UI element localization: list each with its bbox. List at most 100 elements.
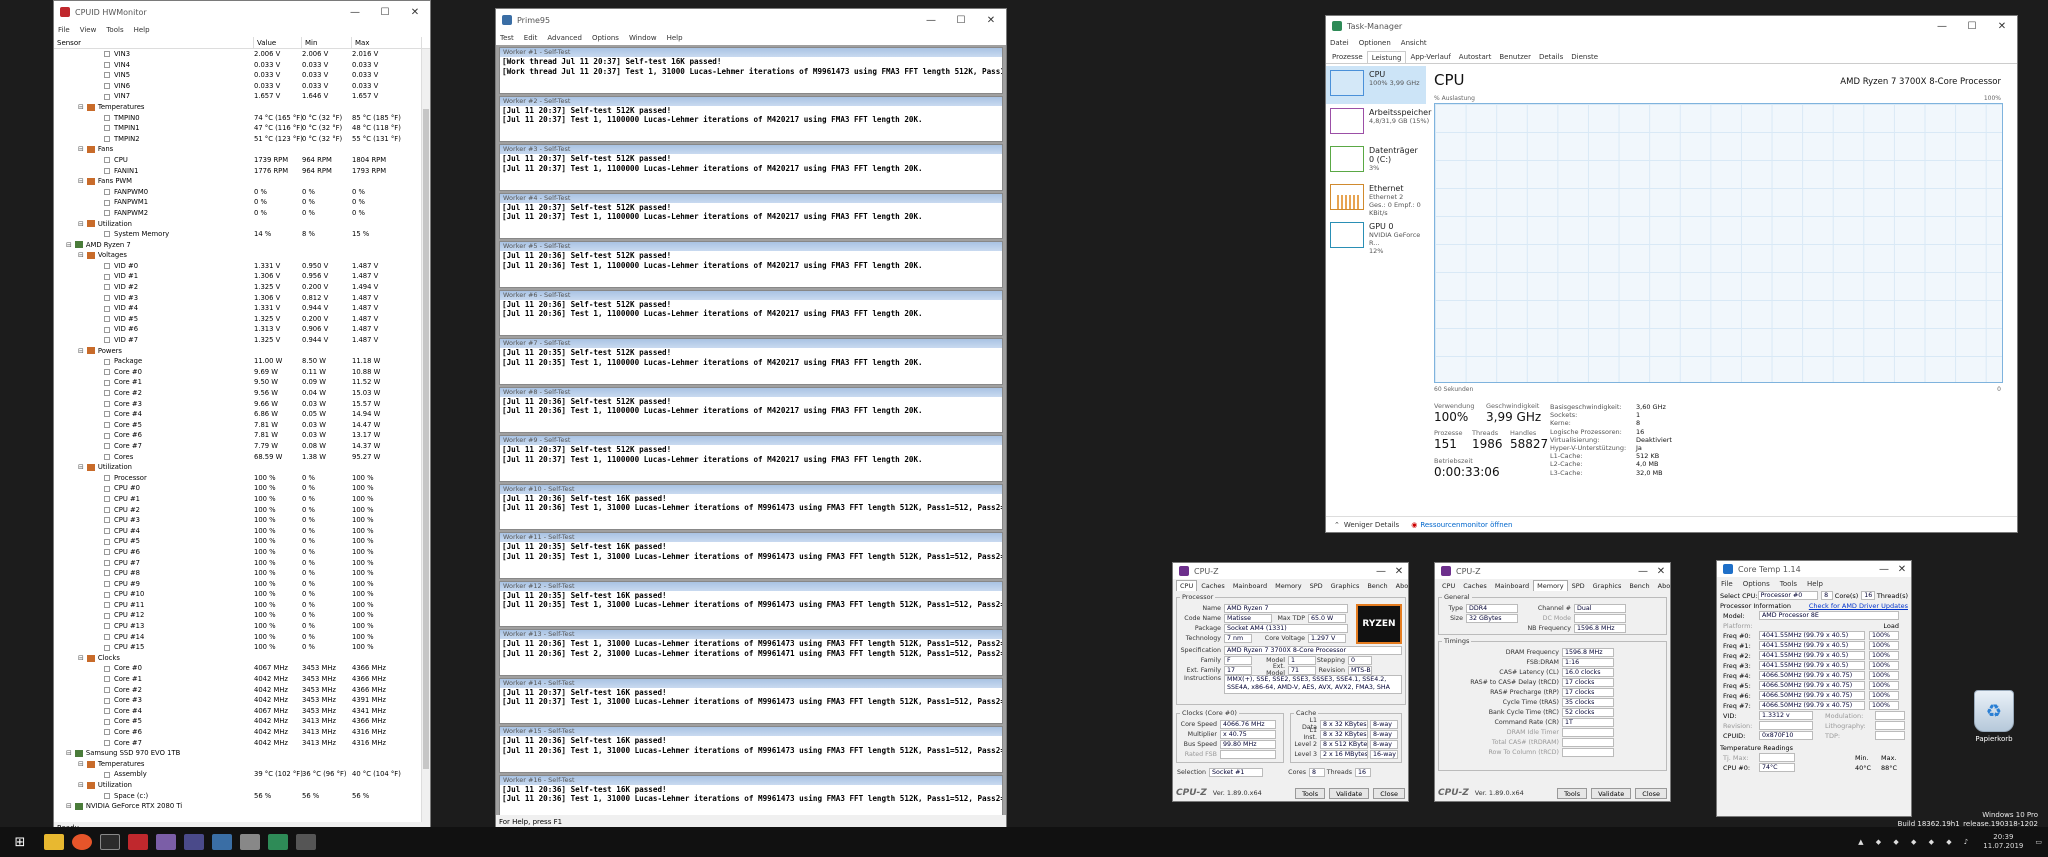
driver-update-link[interactable]: Check for AMD Driver Updates — [1809, 601, 1908, 611]
cpuz-taskbar-icon[interactable] — [184, 834, 204, 850]
close-icon[interactable]: ✕ — [1652, 563, 1670, 579]
sensor-row[interactable]: FANPWM2 0 % 0 % 0 % — [54, 208, 430, 219]
prime95-menu-item[interactable]: Help — [667, 34, 683, 42]
minimize-icon[interactable]: — — [1927, 16, 1957, 36]
taskmanager-menu-item[interactable]: Optionen — [1359, 39, 1391, 47]
sensor-row[interactable]: CPU #15 100 % 0 % 100 % — [54, 642, 430, 653]
sensor-row[interactable]: ⊟ Utilization — [54, 780, 430, 791]
sensor-row[interactable]: VID #5 1.325 V 0.200 V 1.487 V — [54, 314, 430, 325]
tab-graphics[interactable]: Graphics — [1589, 580, 1626, 591]
prime95-titlebar[interactable]: Prime95 — ☐ ✕ — [496, 9, 1006, 31]
close-icon[interactable]: ✕ — [1390, 563, 1408, 579]
sensor-row[interactable]: VIN4 0.033 V 0.033 V 0.033 V — [54, 60, 430, 71]
tab-about[interactable]: About — [1654, 580, 1670, 591]
worker-window[interactable]: Worker #1 - Self-Test [Work thread Jul 11… — [499, 47, 1003, 94]
tab-memory[interactable]: Memory — [1271, 580, 1305, 591]
clock[interactable]: 20:39 11.07.2019 — [1983, 833, 2023, 851]
coretemp-menu-item[interactable]: Tools — [1780, 580, 1797, 588]
tab-graphics[interactable]: Graphics — [1327, 580, 1364, 591]
sensor-row[interactable]: FANPWM0 0 % 0 % 0 % — [54, 187, 430, 198]
sensor-row[interactable]: VIN5 0.033 V 0.033 V 0.033 V — [54, 70, 430, 81]
sensor-row[interactable]: System Memory 14 % 8 % 15 % — [54, 229, 430, 240]
tab-mainboard[interactable]: Mainboard — [1229, 580, 1271, 591]
sensor-row[interactable]: VIN6 0.033 V 0.033 V 0.033 V — [54, 81, 430, 92]
maximize-icon[interactable]: ☐ — [946, 9, 976, 31]
cpu-select[interactable]: Processor #0 — [1757, 591, 1819, 600]
minimize-icon[interactable]: — — [1875, 561, 1893, 577]
validate-button[interactable]: Validate — [1329, 787, 1370, 799]
tab-caches[interactable]: Caches — [1459, 580, 1491, 591]
notification-icon[interactable]: ▭ — [2035, 838, 2042, 846]
collapse-icon[interactable]: ⊟ — [78, 250, 84, 261]
maximize-icon[interactable]: ☐ — [1957, 16, 1987, 36]
sensor-row[interactable]: Cores 68.59 W 1.38 W 95.27 W — [54, 452, 430, 463]
chevron-up-icon[interactable]: ⌃ — [1334, 521, 1340, 529]
app-icon[interactable] — [240, 834, 260, 850]
tab-bench[interactable]: Bench — [1625, 580, 1653, 591]
sensor-row[interactable]: VID #1 1.306 V 0.956 V 1.487 V — [54, 271, 430, 282]
taskmanager-taskbar-icon[interactable] — [268, 834, 288, 850]
fewer-details-link[interactable]: Weniger Details — [1344, 521, 1399, 529]
sensor-row[interactable]: ⊟ Utilization — [54, 219, 430, 230]
worker-window[interactable]: Worker #9 - Self-Test [Jul 11 20:37] Self… — [499, 435, 1003, 482]
sensor-row[interactable]: VID #7 1.325 V 0.944 V 1.487 V — [54, 335, 430, 346]
sensor-row[interactable]: CPU #11 100 % 0 % 100 % — [54, 600, 430, 611]
terminal-icon[interactable] — [100, 834, 120, 850]
sensor-row[interactable]: ⊟ Samsung SSD 970 EVO 1TB — [54, 748, 430, 759]
explorer-icon[interactable] — [44, 834, 64, 850]
cpuz-cpu-window[interactable]: CPU-Z — ✕ CPU Caches Mainboard Memory SPD Grap… — [1172, 562, 1409, 802]
sensor-row[interactable]: ⊟ Temperatures — [54, 759, 430, 770]
prime95-menu-item[interactable]: Advanced — [547, 34, 582, 42]
tab-autostart[interactable]: Autostart — [1455, 51, 1496, 63]
tab-benutzer[interactable]: Benutzer — [1495, 51, 1535, 63]
sensor-row[interactable]: ⊟ Utilization — [54, 462, 430, 473]
tab-spd[interactable]: SPD — [1568, 580, 1589, 591]
close-button[interactable]: Close — [1373, 787, 1405, 799]
maximize-icon[interactable]: ☐ — [370, 1, 400, 23]
sensor-row[interactable]: VIN7 1.657 V 1.646 V 1.657 V — [54, 91, 430, 102]
sensor-row[interactable]: CPU #4 100 % 0 % 100 % — [54, 526, 430, 537]
sensor-row[interactable]: CPU #3 100 % 0 % 100 % — [54, 515, 430, 526]
prime95-menu-item[interactable]: Test — [500, 34, 514, 42]
tab-memory[interactable]: Memory — [1533, 580, 1568, 591]
sensor-row[interactable]: CPU #6 100 % 0 % 100 % — [54, 547, 430, 558]
socket-select[interactable]: Socket #1 — [1209, 767, 1264, 777]
close-icon[interactable]: ✕ — [1893, 561, 1911, 577]
sensor-row[interactable]: Core #7 7.79 W 0.08 W 14.37 W — [54, 441, 430, 452]
worker-window[interactable]: Worker #12 - Self-Test [Jul 11 20:35] Sel… — [499, 580, 1003, 627]
collapse-icon[interactable]: ⊟ — [78, 176, 84, 187]
sensor-row[interactable]: ⊟ Fans PWM — [54, 176, 430, 187]
cpuz-titlebar[interactable]: CPU-Z — ✕ — [1435, 563, 1670, 579]
worker-window[interactable]: Worker #5 - Self-Test [Jul 11 20:36] Self… — [499, 241, 1003, 288]
sensor-row[interactable]: ⊟ Fans — [54, 144, 430, 155]
worker-window[interactable]: Worker #3 - Self-Test [Jul 11 20:37] Self… — [499, 144, 1003, 191]
hwmonitor-titlebar[interactable]: CPUID HWMonitor — ☐ ✕ — [54, 1, 430, 23]
worker-window[interactable]: Worker #16 - Self-Test [Jul 11 20:36] Sel… — [499, 774, 1003, 815]
col-min[interactable]: Min — [302, 36, 352, 49]
sensor-row[interactable]: FANPWM1 0 % 0 % 0 % — [54, 197, 430, 208]
sensor-row[interactable]: Assembly 39 °C (102 °F) 36 °C (96 °F) 40 °C… — [54, 769, 430, 780]
sensor-row[interactable]: Package 11.00 W 8.50 W 11.18 W — [54, 356, 430, 367]
tab-details[interactable]: Details — [1535, 51, 1567, 63]
sensor-row[interactable]: CPU #12 100 % 0 % 100 % — [54, 610, 430, 621]
sensor-row[interactable]: VID #3 1.306 V 0.812 V 1.487 V — [54, 293, 430, 304]
hwmonitor-taskbar-icon[interactable] — [128, 834, 148, 850]
close-icon[interactable]: ✕ — [976, 9, 1006, 31]
worker-window[interactable]: Worker #4 - Self-Test [Jul 11 20:37] Self… — [499, 192, 1003, 239]
hwmonitor-menu-item[interactable]: Tools — [106, 26, 123, 34]
collapse-icon[interactable]: ⊟ — [78, 219, 84, 230]
tab-caches[interactable]: Caches — [1197, 580, 1229, 591]
sensor-tree[interactable]: VIN3 2.006 V 2.006 V 2.016 V VIN4 0.033 V 0.03… — [54, 49, 430, 824]
prime95-menu-item[interactable]: Edit — [524, 34, 538, 42]
sensor-row[interactable]: FANIN1 1776 RPM 964 RPM 1793 RPM — [54, 166, 430, 177]
sensor-row[interactable]: CPU #9 100 % 0 % 100 % — [54, 579, 430, 590]
sensor-row[interactable]: ⊟ Temperatures — [54, 102, 430, 113]
col-sensor[interactable]: Sensor — [54, 36, 254, 49]
worker-window[interactable]: Worker #11 - Self-Test [Jul 11 20:35] Sel… — [499, 532, 1003, 579]
tab-prozesse[interactable]: Prozesse — [1328, 51, 1367, 63]
collapse-icon[interactable]: ⊟ — [66, 240, 72, 251]
sensor-row[interactable]: Core #0 9.69 W 0.11 W 10.88 W — [54, 367, 430, 378]
tab-about[interactable]: About — [1392, 580, 1408, 591]
coretemp-titlebar[interactable]: Core Temp 1.14 — ✕ — [1717, 561, 1911, 577]
sensor-row[interactable]: Processor 100 % 0 % 100 % — [54, 473, 430, 484]
